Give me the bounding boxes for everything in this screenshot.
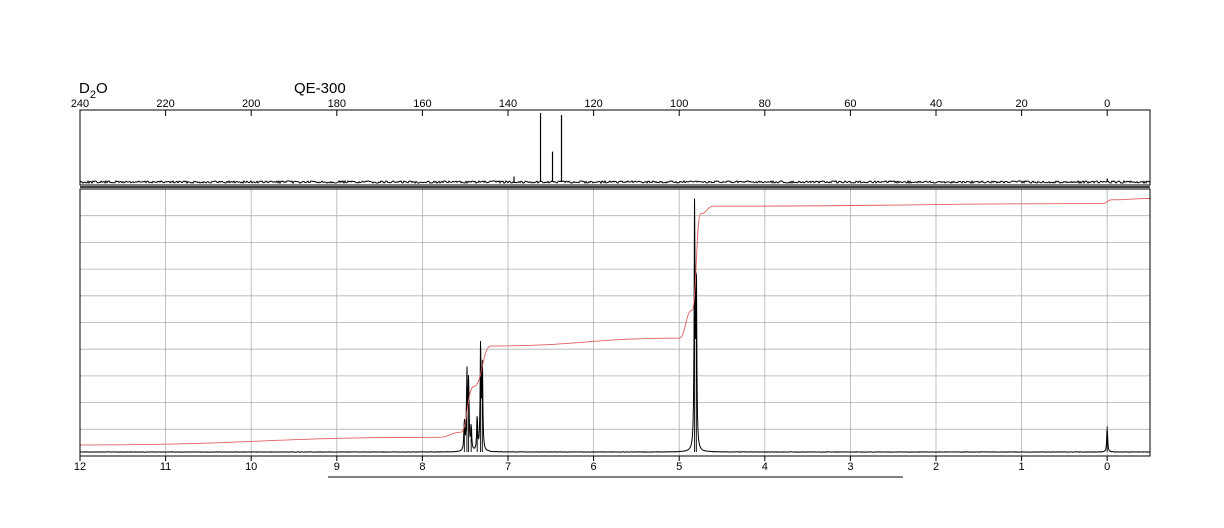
carbon-tick-label: 220 [156,98,174,110]
proton-tick-label: 11 [160,461,171,473]
carbon-tick-label: 180 [328,98,346,110]
proton-spectrum [79,198,1151,453]
carbon-tick-label: 240 [71,98,89,110]
nmr-spectrum-figure: D2O QE-300 240 220 200 180 160 140 120 100 80 60 4… [71,80,1151,478]
proton-tick-label: 12 [74,461,86,473]
instrument-label: QE-300 [294,80,346,97]
proton-tick-label: 3 [847,461,853,473]
carbon-tick-label: 160 [413,98,431,110]
proton-tick-label: 9 [334,461,340,473]
proton-tick-label: 0 [1104,461,1110,473]
proton-tick-label: 5 [676,461,682,473]
proton-trace [79,198,1151,453]
proton-gridlines [80,189,1150,456]
carbon-spectrum [79,113,1151,185]
proton-tick-label: 8 [419,461,425,473]
carbon-tick-label: 120 [584,98,602,110]
carbon-baseline [79,179,1151,185]
carbon-tick-label: 60 [844,98,856,110]
carbon-tick-label: 40 [930,98,942,110]
proton-tick-label: 7 [505,461,511,473]
proton-tick-label: 1 [1019,461,1025,473]
proton-tick-label: 2 [933,461,939,473]
proton-integral [79,198,1151,446]
proton-tick-label: 10 [245,461,257,473]
proton-axis-ticks: 12 11 10 9 8 7 6 5 4 3 2 1 0 [74,456,1110,473]
carbon-tick-label: 100 [670,98,688,110]
proton-tick-label: 4 [762,461,768,473]
carbon-tick-label: 140 [499,98,517,110]
carbon-axis-ticks: 240 220 200 180 160 140 120 100 80 60 40 20 0 [71,98,1110,116]
carbon-panel-frame [79,109,1151,186]
carbon-tick-label: 200 [242,98,260,110]
carbon-tick-label: 20 [1015,98,1027,110]
integral-curve [79,198,1151,446]
carbon-tick-label: 0 [1104,98,1110,110]
proton-tick-label: 6 [591,461,597,473]
carbon-tick-label: 80 [759,98,771,110]
